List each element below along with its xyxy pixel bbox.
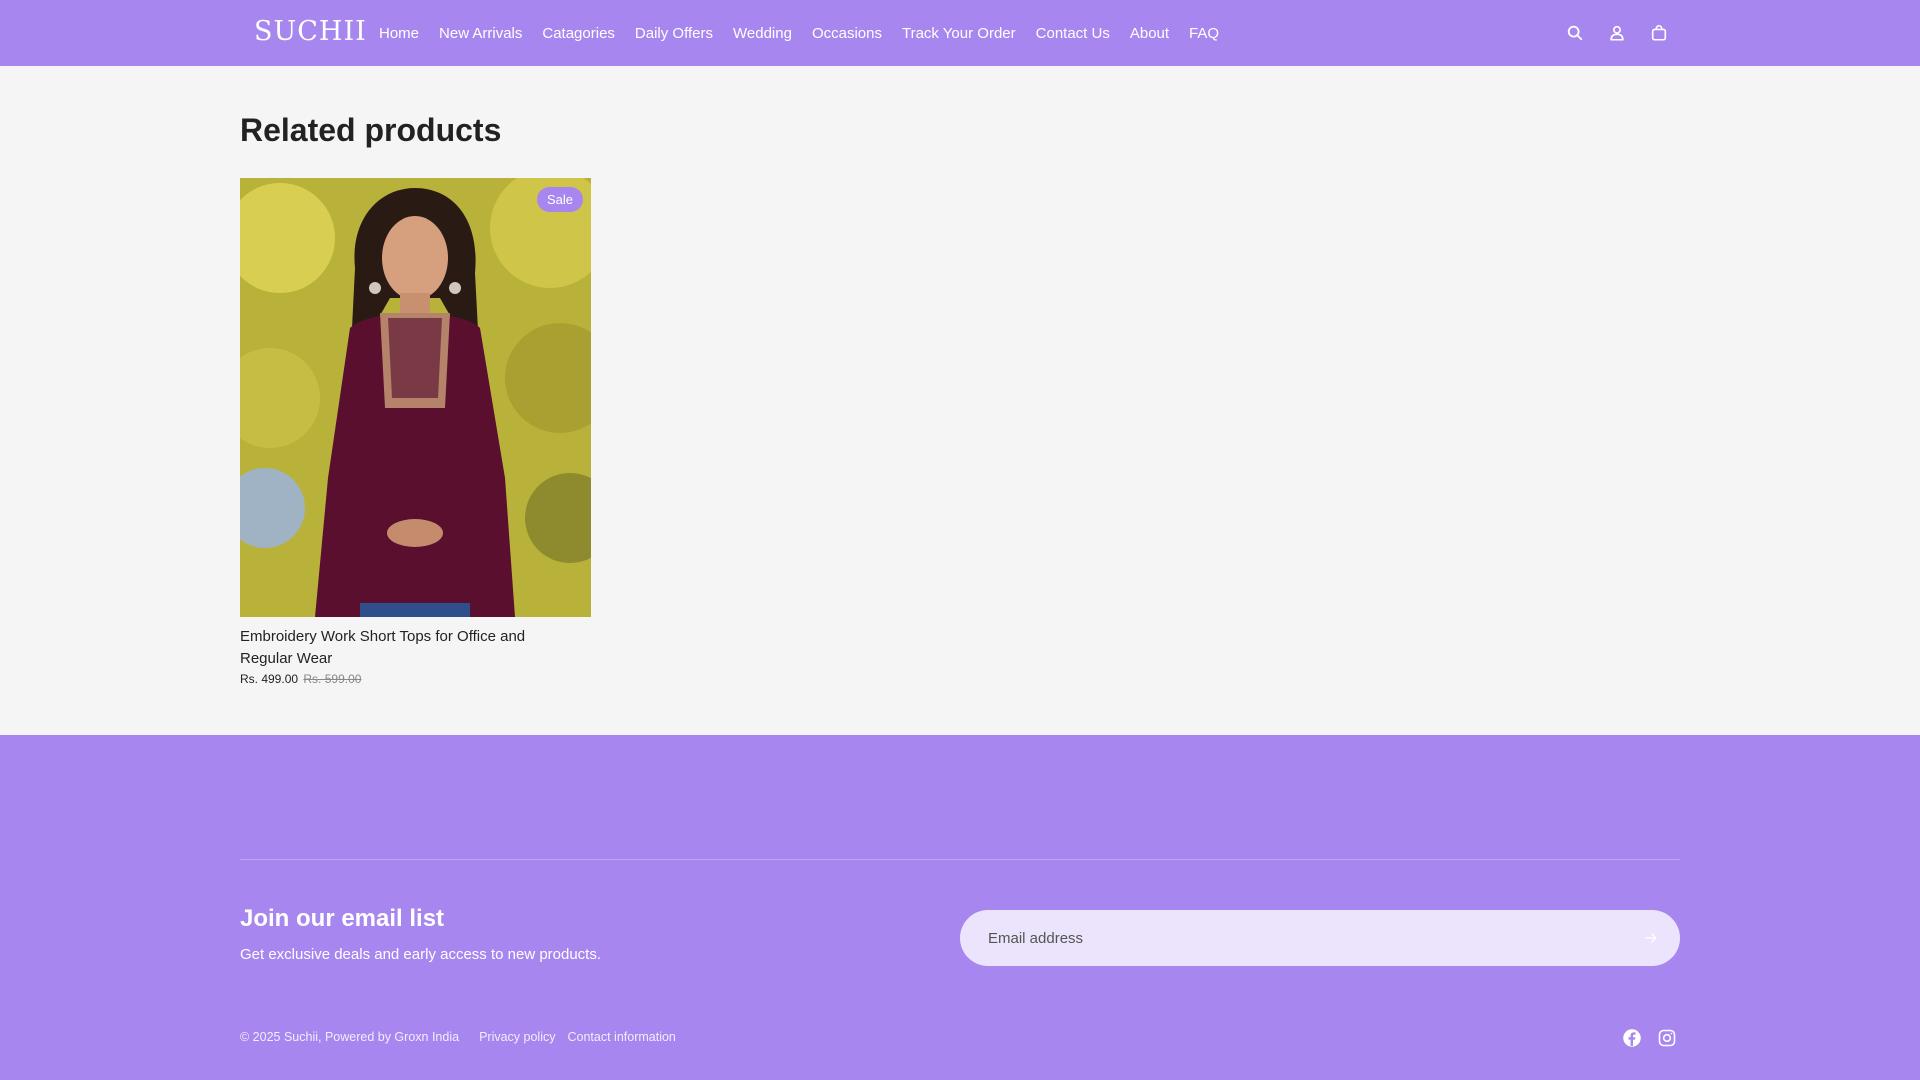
main-nav: Home New Arrivals Catagories Daily Offer…	[379, 0, 1239, 66]
product-image[interactable]: Sale	[240, 178, 591, 617]
footer-bottom: © 2025 Suchii, Powered by Groxn India Pr…	[240, 1030, 696, 1044]
sale-price: Rs. 499.00	[240, 672, 299, 686]
instagram-icon[interactable]	[1656, 1027, 1678, 1049]
product-photo	[240, 178, 591, 617]
product-price: Rs. 499.00 Rs. 599.00	[240, 672, 591, 686]
email-input[interactable]	[988, 910, 1608, 966]
newsletter-title: Join our email list	[240, 905, 445, 932]
nav-daily-offers[interactable]: Daily Offers	[635, 25, 713, 42]
nav-catagories[interactable]: Catagories	[542, 25, 615, 42]
privacy-policy-link[interactable]: Privacy policy	[479, 1030, 555, 1044]
product-title[interactable]: Embroidery Work Short Tops for Office an…	[240, 626, 560, 670]
contact-information-link[interactable]: Contact information	[567, 1030, 675, 1044]
nav-new-arrivals[interactable]: New Arrivals	[439, 25, 522, 42]
footer-divider	[240, 859, 1680, 860]
arrow-right-icon[interactable]	[1640, 927, 1662, 949]
site-footer: Join our email list Get exclusive deals …	[0, 735, 1920, 1080]
nav-track-order[interactable]: Track Your Order	[902, 25, 1016, 42]
header-actions	[1544, 0, 1670, 66]
nav-contact-us[interactable]: Contact Us	[1036, 25, 1110, 42]
nav-wedding[interactable]: Wedding	[733, 25, 792, 42]
sale-badge: Sale	[536, 187, 583, 212]
copyright: © 2025 Suchii, Powered by Groxn India	[240, 1030, 460, 1044]
nav-about[interactable]: About	[1130, 25, 1169, 42]
cart-icon[interactable]	[1648, 22, 1670, 44]
nav-occasions[interactable]: Occasions	[812, 25, 882, 42]
social-links	[1608, 1027, 1678, 1049]
newsletter-text: Get exclusive deals and early access to …	[240, 946, 602, 963]
compare-price: Rs. 599.00	[303, 672, 362, 686]
site-header: SUCHII Home New Arrivals Catagories Dail…	[0, 0, 1920, 66]
facebook-icon[interactable]	[1621, 1027, 1643, 1049]
product-card[interactable]: Sale Embroidery Work Short Tops for Offi…	[240, 178, 591, 686]
site-logo[interactable]: SUCHII	[254, 16, 367, 47]
search-icon[interactable]	[1564, 22, 1586, 44]
section-title: Related products	[240, 112, 502, 148]
account-icon[interactable]	[1606, 22, 1628, 44]
newsletter-form	[960, 910, 1680, 966]
nav-home[interactable]: Home	[379, 25, 419, 42]
nav-faq[interactable]: FAQ	[1189, 25, 1219, 42]
